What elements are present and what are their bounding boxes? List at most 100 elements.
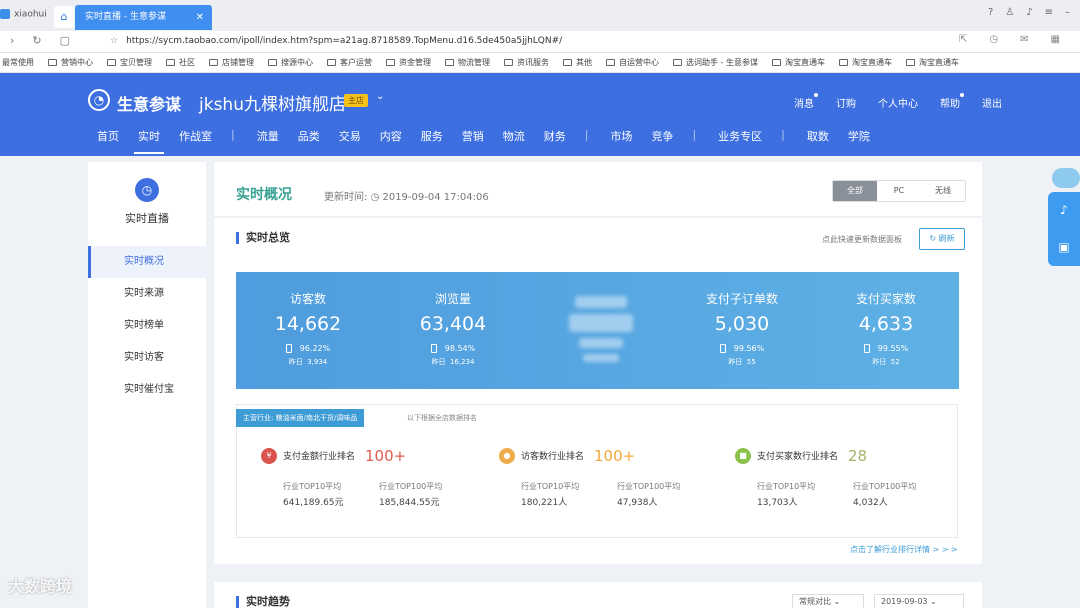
compare-value: 常规对比 bbox=[799, 597, 831, 606]
nav-content[interactable]: 内容 bbox=[380, 128, 402, 154]
top100-label: 行业TOP100平均 bbox=[617, 482, 681, 491]
nav-home[interactable]: 首页 bbox=[97, 128, 119, 154]
segment-wireless[interactable]: 无线 bbox=[921, 181, 965, 201]
site-logo-text[interactable]: 生意参谋 bbox=[117, 91, 181, 115]
forward-icon[interactable]: › bbox=[10, 34, 14, 47]
page-icon bbox=[838, 59, 848, 66]
link-messages[interactable]: 消息 bbox=[794, 93, 818, 110]
nav-competition[interactable]: 竞争 bbox=[651, 128, 673, 154]
nav-academy[interactable]: 学院 bbox=[848, 128, 870, 154]
bookmark-item[interactable]: 宝贝管理 bbox=[107, 57, 152, 68]
nav-marketing[interactable]: 营销 bbox=[462, 128, 484, 154]
page-title: 实时概况 bbox=[236, 187, 292, 203]
yesterday-value: 52 bbox=[890, 358, 900, 366]
yuan-icon: ¥ bbox=[261, 447, 277, 464]
stat-mobile-pct: 99.56% bbox=[682, 344, 802, 353]
star-icon[interactable]: ☆ bbox=[110, 36, 118, 46]
stat-yesterday: 昨日 55 bbox=[682, 357, 802, 367]
bookmarks-bar: 最常使用 营销中心 宝贝管理 社区 店铺管理 搜源中心 客户运营 资金管理 物流… bbox=[0, 53, 1080, 73]
chat-icon[interactable]: ▣ bbox=[1048, 229, 1080, 266]
segment-all[interactable]: 全部 bbox=[833, 181, 877, 201]
browser-tab-active[interactable]: 实时直播 - 生意参谋 ✕ bbox=[75, 5, 212, 30]
bookmark-item[interactable]: 店铺管理 bbox=[209, 57, 254, 68]
top100-label: 行业TOP100平均 bbox=[853, 482, 917, 491]
bookmark-item[interactable]: 资讯服务 bbox=[504, 57, 549, 68]
bell-icon[interactable]: ♪ bbox=[1026, 7, 1032, 18]
shop-name[interactable]: jkshu九棵树旗舰店 bbox=[199, 90, 346, 115]
bookmark-item[interactable]: 自运营中心 bbox=[606, 57, 659, 68]
yesterday-value: 16,234 bbox=[449, 358, 475, 366]
link-subscribe[interactable]: 订购 bbox=[836, 95, 856, 110]
link-logout[interactable]: 退出 bbox=[982, 95, 1002, 110]
bookmark-item[interactable]: 社区 bbox=[166, 57, 195, 68]
nav-category[interactable]: 品类 bbox=[298, 128, 320, 154]
nav-trade[interactable]: 交易 bbox=[339, 128, 361, 154]
date-select[interactable]: 2019-09-03 ⌄ bbox=[874, 594, 964, 608]
link-help[interactable]: 帮助 bbox=[940, 93, 964, 110]
bookmark-item[interactable]: 其他 bbox=[563, 57, 592, 68]
bookmark-item[interactable]: 淘宝直通车 bbox=[838, 57, 892, 68]
shirt-icon[interactable]: ♙ bbox=[1005, 7, 1014, 18]
cloud-mascot-icon[interactable] bbox=[1052, 168, 1080, 188]
nav-data-fetch[interactable]: 取数 bbox=[807, 128, 829, 154]
bookmark-item[interactable]: 选词助手 - 生意参谋 bbox=[673, 57, 758, 68]
nav-market[interactable]: 市场 bbox=[610, 128, 632, 154]
refresh-button[interactable]: ↻ 刷新 bbox=[919, 228, 965, 250]
nav-buttons: › ↻ ▢ bbox=[10, 34, 70, 47]
overview-header: 实时概况 更新时间: ◷ 2019-09-04 17:04:06 全部 PC 无… bbox=[214, 162, 982, 216]
stat-pageviews: 浏览量 63,404 98.54% 昨日 16,234 bbox=[393, 290, 513, 367]
bookmark-item[interactable]: 物流管理 bbox=[445, 57, 490, 68]
page-icon[interactable]: ▢ bbox=[60, 34, 70, 47]
nav-war-room[interactable]: 作战室 bbox=[179, 128, 212, 154]
help-icon[interactable]: ? bbox=[988, 7, 993, 18]
minimize-icon[interactable]: – bbox=[1065, 7, 1070, 18]
mail-icon[interactable]: ✉ bbox=[1020, 34, 1028, 45]
chevron-down-icon: ⌄ bbox=[833, 597, 841, 606]
home-icon[interactable]: ⌂ bbox=[54, 6, 74, 28]
bookmark-most-used[interactable]: 最常使用 bbox=[2, 57, 34, 68]
sidebar-item-rankings[interactable]: 实时榜单 bbox=[88, 310, 206, 342]
industry-ranking-details-link[interactable]: 点击了解行业排行详情 > > > bbox=[850, 544, 958, 555]
chevron-down-icon[interactable]: ⌄ bbox=[376, 91, 384, 102]
bookmark-item[interactable]: 淘宝直通车 bbox=[771, 57, 825, 68]
notification-icon[interactable]: ♪ bbox=[1048, 192, 1080, 229]
shop-badge: 主店 bbox=[344, 94, 368, 107]
top100-value: 185,844.55元 bbox=[379, 498, 440, 508]
close-tab-icon[interactable]: ✕ bbox=[196, 5, 204, 30]
update-time-value: 2019-09-04 17:04:06 bbox=[382, 192, 489, 203]
reload-icon[interactable]: ↻ bbox=[32, 34, 41, 47]
sidebar-item-overview[interactable]: 实时概况 bbox=[88, 246, 206, 278]
compass-logo-icon[interactable]: ◔ bbox=[88, 89, 110, 111]
link-profile[interactable]: 个人中心 bbox=[878, 95, 918, 110]
nav-traffic[interactable]: 流量 bbox=[257, 128, 279, 154]
bookmark-item[interactable]: 搜源中心 bbox=[268, 57, 313, 68]
sidebar-item-sources[interactable]: 实时来源 bbox=[88, 278, 206, 310]
update-label: 更新时间: bbox=[324, 192, 368, 203]
nav-realtime[interactable]: 实时 bbox=[134, 128, 164, 154]
segment-pc[interactable]: PC bbox=[877, 181, 921, 201]
folder-icon bbox=[504, 59, 513, 66]
clock-icon[interactable]: ◷ bbox=[989, 34, 998, 45]
stat-mobile-pct: 96.22% bbox=[248, 344, 368, 353]
sidebar-item-visitors[interactable]: 实时访客 bbox=[88, 342, 206, 374]
menu-icon[interactable]: ≡ bbox=[1045, 7, 1053, 18]
url-field[interactable]: ☆ https://sycm.taobao.com/ipoll/index.htm… bbox=[110, 36, 562, 46]
grid-icon[interactable]: ▦ bbox=[1051, 34, 1060, 45]
nav-divider: | bbox=[781, 128, 785, 141]
stat-paid-buyers: 支付买家数 4,633 99.55% 昨日 52 bbox=[826, 290, 946, 367]
nav-finance[interactable]: 财务 bbox=[544, 128, 566, 154]
stat-visitors: 访客数 14,662 96.22% 昨日 3,934 bbox=[248, 290, 368, 367]
share-icon[interactable]: ⇱ bbox=[959, 34, 967, 45]
browser-profile[interactable]: xiaohui bbox=[0, 9, 47, 20]
nav-logistics[interactable]: 物流 bbox=[503, 128, 525, 154]
bookmark-label: 选词助手 - 生意参谋 bbox=[686, 58, 758, 67]
bookmark-item[interactable]: 资金管理 bbox=[386, 57, 431, 68]
compare-select[interactable]: 常规对比 ⌄ bbox=[792, 594, 864, 608]
nav-business-zone[interactable]: 业务专区 bbox=[718, 128, 762, 154]
watermark: 大数跨境 bbox=[8, 577, 73, 596]
sidebar-item-payment-reminder[interactable]: 实时催付宝 bbox=[88, 374, 206, 406]
bookmark-item[interactable]: 客户运营 bbox=[327, 57, 372, 68]
bookmark-item[interactable]: 淘宝直通车 bbox=[905, 57, 959, 68]
nav-service[interactable]: 服务 bbox=[421, 128, 443, 154]
bookmark-item[interactable]: 营销中心 bbox=[48, 57, 93, 68]
